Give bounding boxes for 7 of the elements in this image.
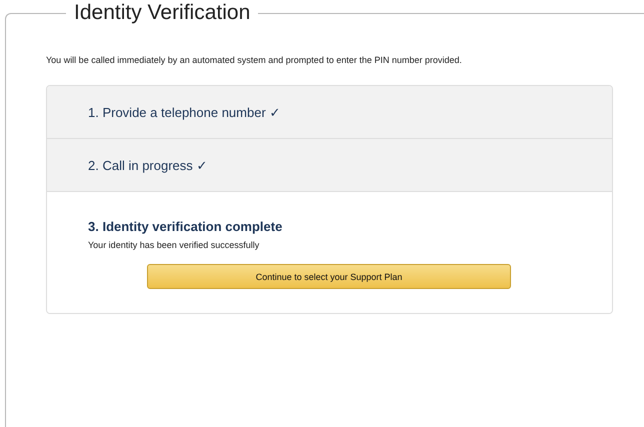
section-title: Identity Verification: [73, 0, 252, 26]
step-title: 3. Identity verification complete: [88, 218, 284, 235]
continue-button[interactable]: Continue to select your Support Plan: [147, 264, 511, 289]
intro-text: You will be called immediately by an automated system and prompted to enter the PIN number provided.: [46, 55, 463, 65]
step-title: 1. Provide a telephone number ✓: [88, 104, 282, 121]
step-title: 2. Call in progress ✓: [88, 157, 208, 174]
step-message: Your identity has been verified successfully: [88, 240, 260, 250]
